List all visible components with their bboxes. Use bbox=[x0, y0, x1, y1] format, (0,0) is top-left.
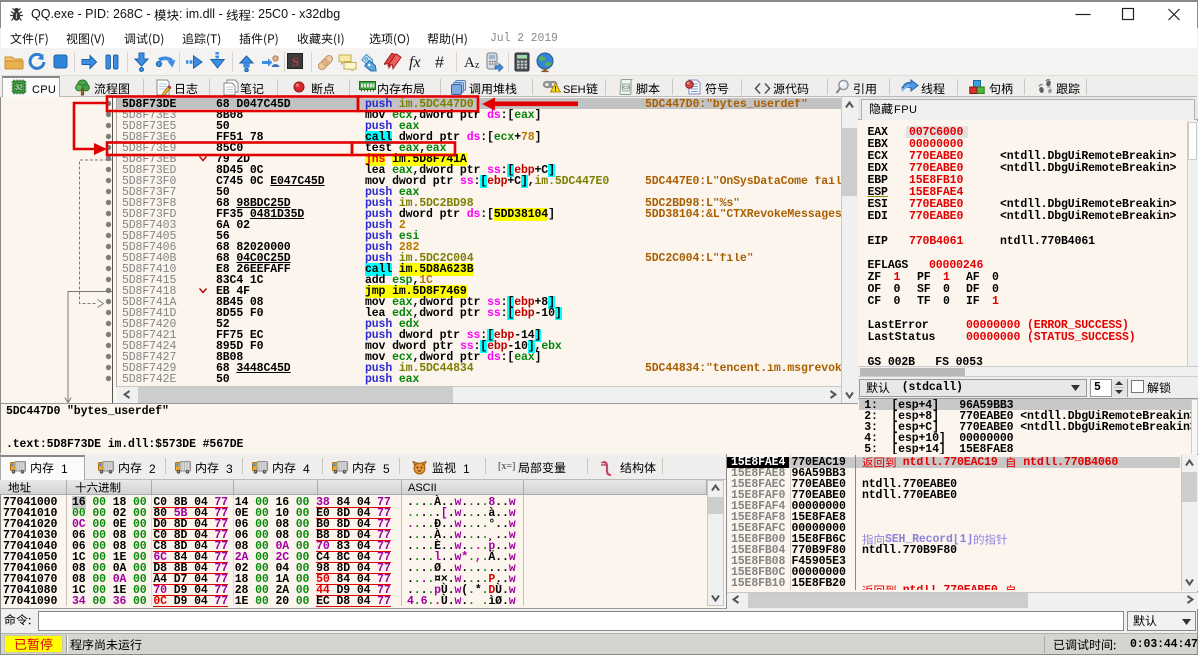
svg-text:S: S bbox=[292, 54, 299, 69]
svg-text:A: A bbox=[464, 55, 475, 71]
svg-text:<>: <> bbox=[622, 85, 630, 92]
svg-text:fx: fx bbox=[409, 54, 421, 71]
svg-text:32: 32 bbox=[15, 85, 23, 92]
svg-text:#: # bbox=[435, 55, 444, 72]
svg-text:z: z bbox=[475, 60, 480, 71]
